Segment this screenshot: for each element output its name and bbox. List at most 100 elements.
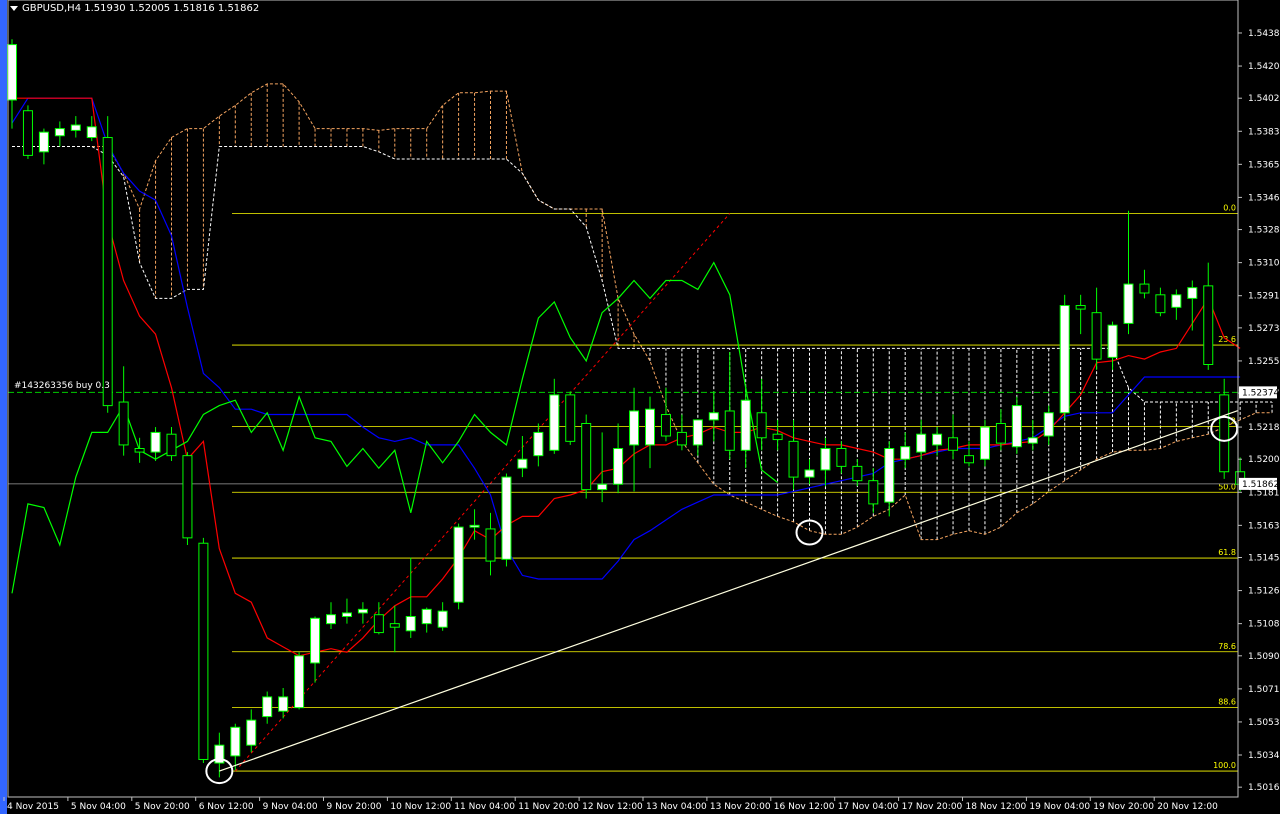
candle-body <box>852 465 863 482</box>
candle-body <box>262 696 273 718</box>
time-tick-label: 18 Nov 12:00 <box>966 802 1027 812</box>
candle-body <box>134 447 145 453</box>
candle-body <box>565 394 576 442</box>
candle-body <box>278 696 289 712</box>
candle-body <box>1027 437 1038 444</box>
candle-body <box>708 412 719 421</box>
time-tick-label: 9 Nov 20:00 <box>327 802 382 812</box>
open-price: 1.51930 <box>84 3 126 14</box>
candle-body <box>581 422 592 491</box>
time-tick-label: 16 Nov 12:00 <box>774 802 835 812</box>
time-tick-label: 20 Nov 12:00 <box>1157 802 1218 812</box>
low-price: 1.51816 <box>173 3 215 14</box>
candle-body <box>1155 294 1166 314</box>
candle-body <box>916 433 927 453</box>
price-tick-label: 1.54200 <box>1248 62 1280 72</box>
candle-body <box>150 431 161 453</box>
fibo-level-label: 100.0 <box>1213 761 1236 770</box>
candle-body <box>756 412 767 439</box>
time-tick-label: 5 Nov 20:00 <box>135 802 190 812</box>
candle-body <box>118 401 129 446</box>
candle-body <box>629 410 640 446</box>
candle-body <box>820 447 831 471</box>
candle-body <box>1203 285 1214 366</box>
order-label[interactable]: #143263356 buy 0.3 <box>14 381 110 391</box>
price-tick-label: 1.51450 <box>1248 554 1280 564</box>
candle-body <box>772 433 783 441</box>
candle-body <box>660 414 671 437</box>
candle-body <box>549 394 560 451</box>
fibo-level-label: 61.8 <box>1218 548 1236 557</box>
candle-body <box>182 455 193 539</box>
left-edge-scrollbar[interactable] <box>0 0 7 814</box>
candle-body <box>1107 324 1118 358</box>
candle-body <box>7 44 17 101</box>
candle-body <box>645 408 655 446</box>
trendline[interactable] <box>219 409 1239 772</box>
bid-price-tag: 1.51862 <box>1242 480 1279 490</box>
price-tick-label: 1.54020 <box>1248 94 1280 104</box>
candle-body <box>310 617 321 664</box>
candle-body <box>54 128 65 137</box>
time-tick-label: 10 Nov 12:00 <box>390 802 451 812</box>
time-tick-label: 13 Nov 04:00 <box>646 802 707 812</box>
price-tick-label: 1.50165 <box>1248 783 1280 793</box>
candle-body <box>979 426 990 460</box>
price-tick-label: 1.53465 <box>1248 193 1280 203</box>
price-tick-label: 1.51265 <box>1248 587 1280 597</box>
price-tick-label: 1.50715 <box>1248 685 1280 695</box>
candle-body <box>964 455 974 464</box>
candle-body <box>501 476 512 560</box>
chart-window[interactable]: 0.023.638.250.061.878.688.6100.0 1.54385… <box>0 0 1280 814</box>
time-tick-label: 12 Nov 12:00 <box>582 802 643 812</box>
time-tick-label: 19 Nov 20:00 <box>1093 802 1154 812</box>
fibo-level-label: 0.0 <box>1223 203 1236 212</box>
fibonacci-retracement[interactable]: 0.023.638.250.061.878.688.6100.0 <box>232 203 1238 772</box>
price-tick-label: 1.52735 <box>1248 324 1280 334</box>
candle-body <box>102 137 113 407</box>
price-tick-label: 1.50900 <box>1248 652 1280 662</box>
candle-body <box>740 399 751 451</box>
candle-body <box>1075 305 1086 310</box>
price-tick-label: 1.53100 <box>1248 259 1280 269</box>
time-tick-label: 19 Nov 04:00 <box>1029 802 1090 812</box>
candle-body <box>230 726 241 757</box>
price-tick-label: 1.50345 <box>1248 751 1280 761</box>
candle-body <box>995 422 1006 444</box>
candle-body <box>38 131 49 153</box>
candle-body <box>533 431 544 457</box>
candle-body <box>517 458 528 469</box>
time-axis[interactable]: 4 Nov 2015 5 Nov 04:00 5 Nov 20:00 6 Nov 12… <box>3 796 1238 812</box>
candle-body <box>932 433 943 446</box>
candle-body <box>405 615 416 632</box>
candle-body <box>613 447 624 485</box>
time-tick-label: 13 Nov 20:00 <box>710 802 771 812</box>
price-chart[interactable]: 0.023.638.250.061.878.688.6100.0 1.54385… <box>0 0 1280 814</box>
kijun-sen-line <box>11 97 1241 580</box>
chart-objects[interactable] <box>205 409 1239 785</box>
price-tick-label: 1.50530 <box>1248 718 1280 728</box>
time-tick-label: 11 Nov 04:00 <box>454 802 515 812</box>
candle-body <box>1139 283 1150 294</box>
high-price: 1.52005 <box>128 3 171 14</box>
fibo-level-label: 78.6 <box>1218 642 1236 651</box>
tenkan-sen-line <box>12 97 1241 657</box>
price-tick-label: 1.53650 <box>1248 160 1280 170</box>
candle-body <box>597 483 608 491</box>
price-tick-label: 1.52000 <box>1248 455 1280 465</box>
candlesticks <box>7 39 1246 778</box>
price-axis[interactable]: 1.54385 1.54200 1.54020 1.53835 1.53650 1.534… <box>0 0 1280 814</box>
price-tick-label: 1.52180 <box>1248 423 1280 433</box>
candle-body <box>692 419 703 446</box>
price-tick-label: 1.52915 <box>1248 292 1280 302</box>
chart-header[interactable]: GBPUSD,H4 1.51930 1.52005 1.51816 1.5186… <box>10 3 259 14</box>
time-tick-label: 4 Nov 2015 <box>7 802 59 812</box>
candle-body <box>198 542 209 760</box>
candle-body <box>373 614 384 634</box>
price-tick-label: 1.53285 <box>1248 226 1280 236</box>
order-price-tag: 1.52374 <box>1242 388 1279 398</box>
candle-body <box>884 447 895 503</box>
chevron-down-icon[interactable] <box>10 5 18 11</box>
time-tick-label: 5 Nov 04:00 <box>71 802 126 812</box>
candle-body <box>900 446 911 460</box>
